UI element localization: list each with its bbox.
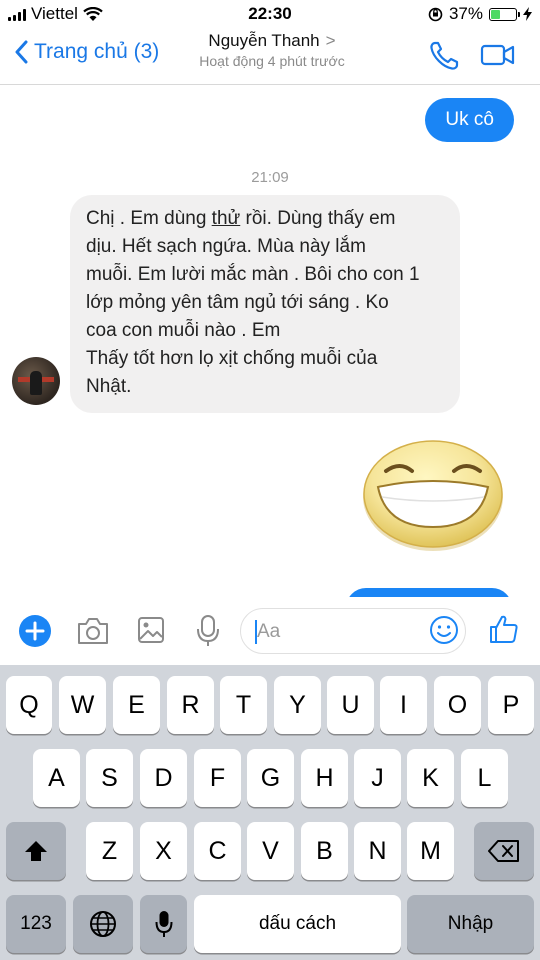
charging-bolt-icon	[523, 7, 532, 21]
video-call-button[interactable]	[480, 42, 516, 73]
thumbs-up-icon	[490, 615, 518, 643]
voice-record-button[interactable]	[196, 614, 220, 653]
emoji-button[interactable]	[429, 615, 459, 650]
microphone-icon	[197, 615, 219, 646]
key-u[interactable]: U	[327, 676, 374, 734]
status-right: 37%	[428, 4, 532, 24]
globe-icon	[90, 911, 116, 937]
message-line: dịu. Hết sạch ngứa. Mùa này lắm	[86, 236, 366, 257]
message-line: coa con muỗi nào . Em	[86, 320, 281, 341]
return-key[interactable]: Nhập	[407, 895, 534, 953]
chevron-right-icon: >	[325, 31, 336, 50]
message-composer	[0, 597, 540, 665]
camera-button[interactable]	[76, 616, 110, 651]
backspace-icon	[488, 840, 519, 862]
chevron-left-icon	[15, 40, 28, 64]
message-line: lớp mỏng yên tâm ngủ tới sáng . Ko	[86, 292, 389, 313]
message-line: muỗi. Em lười mắc màn . Bôi cho con 1	[86, 264, 420, 285]
orientation-lock-icon	[428, 7, 443, 21]
incoming-message-bubble[interactable]: Chị . Em dùng thử rồi. Dùng thấy em dịu.…	[70, 195, 460, 413]
gallery-button[interactable]	[137, 616, 165, 649]
space-key[interactable]: dấu cách	[194, 895, 401, 953]
message-line: Nhật.	[86, 376, 132, 397]
key-g[interactable]: G	[247, 749, 294, 807]
dictation-key[interactable]	[140, 895, 187, 953]
contact-info[interactable]: Nguyễn Thanh > Hoạt động 4 phút trước	[182, 31, 362, 69]
message-text: Chị . Em dùng	[86, 208, 212, 229]
conversation-header: Trang chủ (3) Nguyễn Thanh > Hoạt động 4 …	[0, 28, 540, 85]
avatar-figure	[30, 371, 42, 395]
key-z[interactable]: Z	[86, 822, 133, 880]
key-m[interactable]: M	[407, 822, 454, 880]
camera-icon	[78, 618, 108, 644]
outgoing-message-bubble[interactable]: Uk cô	[425, 98, 514, 142]
key-a[interactable]: A	[33, 749, 80, 807]
emoji-icon	[430, 616, 458, 644]
avatar[interactable]	[12, 357, 60, 405]
underlined-word[interactable]: thử	[212, 208, 241, 229]
message-list[interactable]: Uk cô 21:09 Chị . Em dùng thử rồi. Dùng …	[0, 85, 540, 597]
video-camera-icon	[480, 44, 515, 66]
delete-key[interactable]	[474, 822, 534, 880]
contact-name: Nguyễn Thanh	[208, 31, 320, 50]
shift-key[interactable]	[6, 822, 66, 880]
key-j[interactable]: J	[354, 749, 401, 807]
key-b[interactable]: B	[301, 822, 348, 880]
call-button[interactable]	[428, 40, 460, 77]
more-actions-button[interactable]	[18, 614, 52, 653]
message-line: Chị . Em dùng thử rồi. Dùng thấy em	[86, 205, 442, 233]
key-p[interactable]: P	[488, 676, 534, 734]
key-s[interactable]: S	[86, 749, 133, 807]
message-text: rồi. Dùng thấy em	[240, 208, 396, 229]
contact-name-row: Nguyễn Thanh >	[182, 31, 362, 51]
laughing-face-sticker[interactable]	[360, 435, 506, 553]
key-k[interactable]: K	[407, 749, 454, 807]
key-i[interactable]: I	[380, 676, 427, 734]
key-v[interactable]: V	[247, 822, 294, 880]
key-n[interactable]: N	[354, 822, 401, 880]
key-q[interactable]: Q	[6, 676, 52, 734]
microphone-icon	[155, 911, 172, 937]
key-o[interactable]: O	[434, 676, 481, 734]
globe-key[interactable]	[73, 895, 133, 953]
back-label: Trang chủ (3)	[34, 40, 160, 63]
key-e[interactable]: E	[113, 676, 160, 734]
shift-arrow-icon	[25, 841, 47, 861]
key-d[interactable]: D	[140, 749, 187, 807]
battery-percent: 37%	[448, 4, 483, 23]
keyboard: Q W E R T Y U I O P A S D F G H J K L Z …	[0, 665, 540, 960]
key-x[interactable]: X	[140, 822, 187, 880]
message-input-container[interactable]	[240, 608, 466, 654]
plus-icon	[19, 615, 51, 647]
image-icon	[138, 617, 164, 643]
phone-icon	[430, 41, 459, 70]
key-t[interactable]: T	[220, 676, 267, 734]
key-y[interactable]: Y	[274, 676, 321, 734]
key-w[interactable]: W	[59, 676, 106, 734]
back-button[interactable]: Trang chủ (3)	[14, 40, 159, 64]
outgoing-message-bubble-partial[interactable]	[346, 588, 512, 597]
key-l[interactable]: L	[461, 749, 508, 807]
message-timestamp: 21:09	[251, 169, 289, 186]
key-h[interactable]: H	[301, 749, 348, 807]
key-f[interactable]: F	[194, 749, 241, 807]
key-r[interactable]: R	[167, 676, 214, 734]
status-bar: Viettel 22:30 37%	[0, 0, 540, 28]
message-input[interactable]	[255, 619, 419, 645]
like-button[interactable]	[488, 613, 520, 650]
numbers-key[interactable]: 123	[6, 895, 66, 953]
message-line: Thấy tốt hơn lọ xịt chống muỗi của	[86, 348, 378, 369]
contact-status: Hoạt động 4 phút trước	[199, 53, 345, 69]
battery-icon	[489, 7, 520, 21]
key-c[interactable]: C	[194, 822, 241, 880]
